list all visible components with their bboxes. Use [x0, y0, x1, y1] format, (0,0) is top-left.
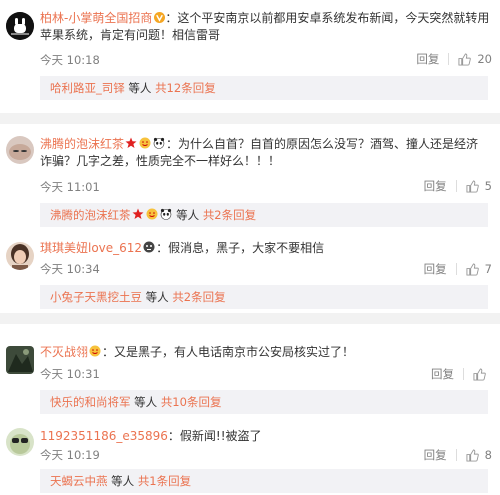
avatar[interactable]: [6, 242, 34, 270]
reply-thread[interactable]: 小兔子天黑挖土豆 等人 共2条回复: [40, 285, 488, 309]
divider: [455, 449, 457, 461]
avatar[interactable]: [6, 12, 34, 40]
reply-thread-suffix: 等人: [107, 474, 138, 488]
comment-actions: 回复: [431, 366, 492, 382]
panda-icon: [153, 137, 165, 149]
comment-time: 今天 10:18: [40, 53, 100, 67]
reply-thread-suffix: 等人: [124, 81, 156, 95]
divider: [455, 180, 457, 192]
reply-thread-count[interactable]: 共1条回复: [138, 474, 191, 488]
comment-time: 今天 10:34: [40, 262, 100, 276]
thumbs-up-icon[interactable]: [466, 262, 479, 276]
comment-time: 今天 10:31: [40, 367, 100, 381]
emoji-icon: [89, 345, 101, 357]
reply-thread-users[interactable]: 沸腾的泡沫红茶: [50, 208, 131, 222]
emoji-icon: [139, 137, 151, 149]
divider: [448, 53, 450, 65]
reply-thread-users[interactable]: 天蝎云中燕: [50, 474, 108, 488]
comment-username[interactable]: 琪琪美妞love_612: [40, 241, 142, 255]
comment-username[interactable]: 1192351186_e35896: [40, 429, 168, 443]
comment-actions: 回复 8: [424, 447, 492, 463]
comment-content: ：又是黑子，有人电话南京市公安局核实过了！: [102, 345, 355, 359]
reply-thread-suffix: 等人: [172, 208, 203, 222]
comment-text: 1192351186_e35896：假新闻!!被盗了: [40, 428, 490, 445]
comment-time: 今天 10:19: [40, 448, 100, 462]
reply-button[interactable]: 回复: [424, 447, 447, 463]
comment-actions: 回复 7: [424, 261, 492, 277]
reply-thread-count[interactable]: 共2条回复: [172, 290, 225, 304]
emoji-icon: [146, 208, 157, 220]
avatar[interactable]: [6, 346, 34, 374]
vip-v-icon: [154, 12, 166, 23]
like-count: 20: [477, 52, 492, 66]
reply-thread-users[interactable]: 小兔子天黑挖土豆: [50, 290, 142, 304]
reply-thread-count[interactable]: 共10条回复: [161, 395, 222, 409]
comment-text: 沸腾的泡沫红茶 ：为什么自首？自首的原因怎么没写？酒驾、撞人还是经济诈骗？几字之差…: [40, 136, 490, 170]
reply-button[interactable]: 回复: [416, 51, 439, 67]
red-star-icon: [125, 137, 137, 148]
comment-item: 1192351186_e35896：假新闻!!被盗了 今天 10:19 回复 8…: [0, 420, 500, 495]
comment-username[interactable]: 柏林-小掌萌全国招商: [40, 11, 152, 25]
thumbs-up-icon[interactable]: [466, 448, 479, 462]
reply-thread-suffix: 等人: [130, 395, 161, 409]
reply-thread-users[interactable]: 快乐的和尚将军: [50, 395, 131, 409]
comment-actions: 回复 5: [424, 178, 492, 194]
avatar[interactable]: [6, 428, 34, 456]
thumbs-up-icon[interactable]: [473, 367, 486, 381]
like-count: 8: [484, 448, 492, 462]
reply-thread-suffix: 等人: [142, 290, 173, 304]
thumbs-up-icon[interactable]: [466, 179, 479, 193]
reply-button[interactable]: 回复: [424, 261, 447, 277]
comment-time: 今天 11:01: [40, 180, 100, 194]
reply-button[interactable]: 回复: [424, 178, 447, 194]
comment-username[interactable]: 沸腾的泡沫红茶: [40, 137, 124, 151]
separator: [0, 113, 500, 124]
comment-content: ：假消息，黑子，大家不要相信: [156, 241, 325, 255]
comment-item: 柏林-小掌萌全国招商 ：这个平安南京以前都用安卓系统发布新闻，今天突然就转用苹果系…: [0, 0, 500, 108]
comment-item: 沸腾的泡沫红茶 ：为什么自首？自首的原因怎么没写？酒驾、撞人还是经济诈骗？几字之差…: [0, 124, 500, 227]
reply-thread-users[interactable]: 哈利路亚_司铎: [50, 81, 125, 95]
comment-feed: 柏林-小掌萌全国招商 ：这个平安南京以前都用安卓系统发布新闻，今天突然就转用苹果系…: [0, 0, 500, 495]
reply-thread[interactable]: 天蝎云中燕 等人 共1条回复: [40, 469, 488, 493]
comment-username[interactable]: 不灭战翎: [40, 345, 88, 359]
like-count: 7: [484, 262, 492, 276]
comment-item: 琪琪美妞love_612 ：假消息，黑子，大家不要相信 今天 10:34 回复 7…: [0, 232, 500, 310]
panda-icon: [160, 208, 171, 220]
comment-actions: 回复 20: [416, 51, 492, 67]
red-star-icon: [132, 208, 143, 219]
emoji-icon: [143, 241, 155, 253]
comment-text: 琪琪美妞love_612 ：假消息，黑子，大家不要相信: [40, 240, 490, 257]
reply-thread-count[interactable]: 共12条回复: [155, 81, 216, 95]
comment-text: 不灭战翎 ：又是黑子，有人电话南京市公安局核实过了！: [40, 344, 490, 361]
reply-thread[interactable]: 快乐的和尚将军 等人 共10条回复: [40, 390, 488, 414]
divider: [455, 263, 457, 275]
comment-content: ：假新闻!!被盗了: [167, 429, 262, 443]
reply-thread[interactable]: 哈利路亚_司铎 等人 共12条回复: [40, 76, 488, 100]
reply-button[interactable]: 回复: [431, 366, 454, 382]
separator: [0, 313, 500, 324]
divider: [463, 368, 464, 380]
comment-text: 柏林-小掌萌全国招商 ：这个平安南京以前都用安卓系统发布新闻，今天突然就转用苹果系…: [40, 10, 490, 44]
avatar[interactable]: [6, 136, 34, 164]
comment-item: 不灭战翎 ：又是黑子，有人电话南京市公安局核实过了！ 今天 10:31 回复 快乐…: [0, 324, 500, 416]
reply-thread-count[interactable]: 共2条回复: [203, 208, 256, 222]
thumbs-up-icon[interactable]: [458, 52, 472, 66]
like-count: 5: [484, 179, 492, 193]
reply-thread[interactable]: 沸腾的泡沫红茶 等人 共2条回复: [40, 203, 488, 227]
